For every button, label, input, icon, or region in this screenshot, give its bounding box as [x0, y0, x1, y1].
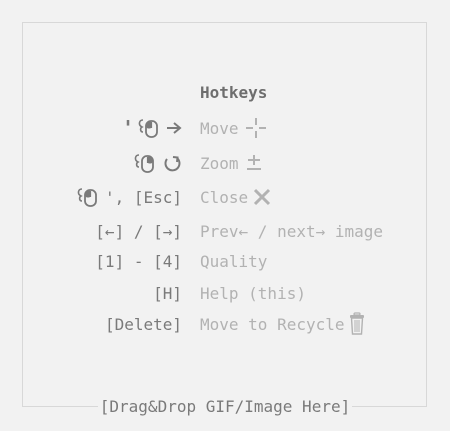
- hotkey-action-label: Help (this): [200, 283, 306, 303]
- mouse-click-icon: [137, 116, 165, 140]
- hotkey-row-close: ', [Esc] Close: [0, 184, 450, 210]
- hotkey-action-close: Close: [200, 184, 272, 210]
- hotkey-key-h: [H]: [153, 283, 182, 303]
- hotkey-key-delete: [Delete]: [104, 314, 182, 334]
- mouse-click-icon: [133, 151, 161, 175]
- zoom-plus-minus-icon: [245, 153, 263, 173]
- hotkey-keys-delete: [Delete]: [105, 311, 182, 337]
- hotkey-action-label: Quality: [200, 251, 268, 271]
- hotkey-keys-quality: [1] - [4]: [95, 248, 182, 274]
- hotkey-row-prev-next: [←] / [→] Prev← / next→ image: [0, 218, 450, 244]
- hotkey-keys-zoom: [133, 150, 182, 176]
- hotkey-row-quality: [1] - [4] Quality: [0, 248, 450, 274]
- hotkey-action-prev-next: Prev← / next→ image: [200, 218, 383, 244]
- hotkeys-title: Hotkeys: [200, 83, 268, 102]
- hotkey-row-delete: [Delete] Move to Recycle: [0, 311, 450, 337]
- hotkey-key-digits: [1] - [4]: [95, 251, 182, 271]
- move-cross-icon: [245, 117, 267, 139]
- hotkey-keys-help: [H]: [153, 280, 182, 306]
- hotkey-action-label: Zoom: [200, 153, 239, 173]
- drop-zone-label-wrap: [Drag&Drop GIF/Image Here]: [0, 397, 450, 416]
- drop-zone-frame[interactable]: [22, 22, 427, 407]
- hotkey-key-close: ', [Esc]: [104, 187, 182, 207]
- close-x-icon: [252, 187, 272, 207]
- hotkey-action-zoom: Zoom: [200, 150, 263, 176]
- rotate-icon: [162, 153, 182, 173]
- hotkey-action-label: Move to Recycle: [200, 314, 345, 334]
- hotkey-action-help: Help (this): [200, 280, 306, 306]
- hotkey-key-tick: ': [121, 116, 134, 140]
- mouse-click-icon: [76, 185, 104, 209]
- hotkey-action-label: Close: [200, 187, 249, 207]
- hotkey-action-quality: Quality: [200, 248, 267, 274]
- hotkey-action-label: Move: [200, 118, 239, 138]
- drop-zone-label: [Drag&Drop GIF/Image Here]: [97, 397, 353, 416]
- hotkey-keys-move: ': [122, 115, 182, 141]
- hotkey-key-arrows: [←] / [→]: [95, 221, 182, 241]
- hotkey-row-move: ' Move: [0, 115, 450, 141]
- arrow-right-icon: [166, 121, 182, 135]
- hotkey-keys-prev-next: [←] / [→]: [95, 218, 182, 244]
- hotkey-row-zoom: Zoom: [0, 150, 450, 176]
- hotkey-keys-close: ', [Esc]: [76, 184, 182, 210]
- hotkey-row-help: [H] Help (this): [0, 280, 450, 306]
- hotkey-action-delete: Move to Recycle: [200, 311, 365, 337]
- hotkey-action-move: Move: [200, 115, 267, 141]
- recycle-bin-icon: [349, 312, 365, 336]
- hotkey-action-label: Prev← / next→ image: [200, 221, 384, 241]
